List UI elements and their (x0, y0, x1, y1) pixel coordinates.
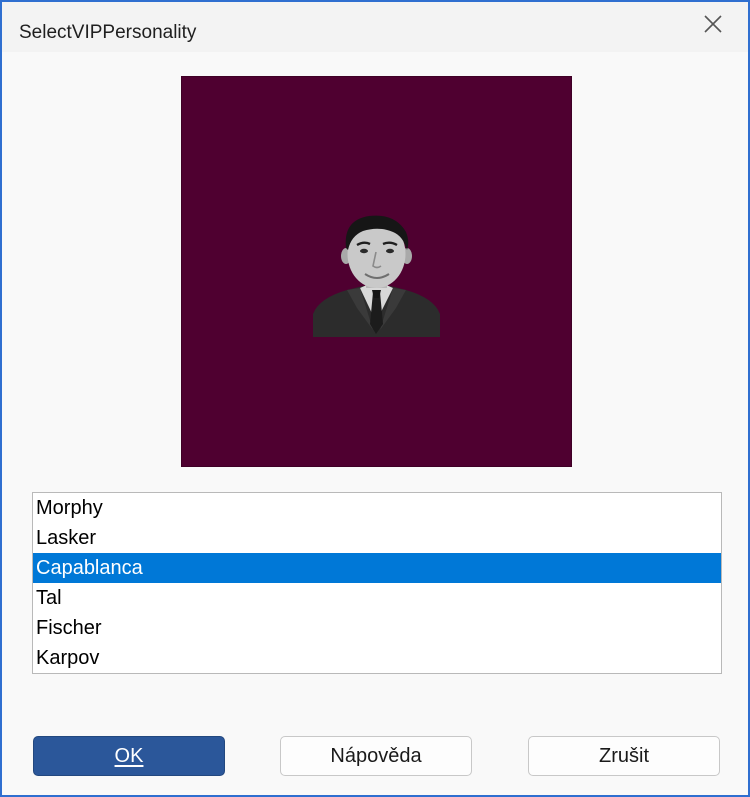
dialog-title: SelectVIPPersonality (19, 22, 197, 43)
list-item[interactable]: Lasker (33, 523, 721, 553)
help-button[interactable]: Nápověda (280, 736, 472, 776)
list-item[interactable]: Morphy (33, 493, 721, 523)
title-bar: SelectVIPPersonality (2, 2, 748, 52)
personality-list[interactable]: Morphy Lasker Capablanca Tal Fischer Kar… (32, 492, 722, 674)
dialog-window: SelectVIPPersonality Morphy Lasker Capab… (0, 0, 750, 797)
ok-button-label: OK (114, 744, 144, 767)
ok-button[interactable]: OK (33, 736, 225, 776)
list-item-selected[interactable]: Capablanca (33, 553, 721, 583)
portrait-frame (181, 76, 572, 467)
list-item[interactable]: Tal (33, 583, 721, 613)
list-item[interactable]: Karpov (33, 643, 721, 673)
help-button-label: Nápověda (330, 744, 422, 767)
list-item[interactable]: Fischer (33, 613, 721, 643)
close-button[interactable] (678, 2, 748, 46)
cancel-button-label: Zrušit (599, 744, 649, 767)
cancel-button[interactable]: Zrušit (528, 736, 720, 776)
close-icon (704, 15, 722, 33)
portrait-photo (313, 215, 440, 337)
